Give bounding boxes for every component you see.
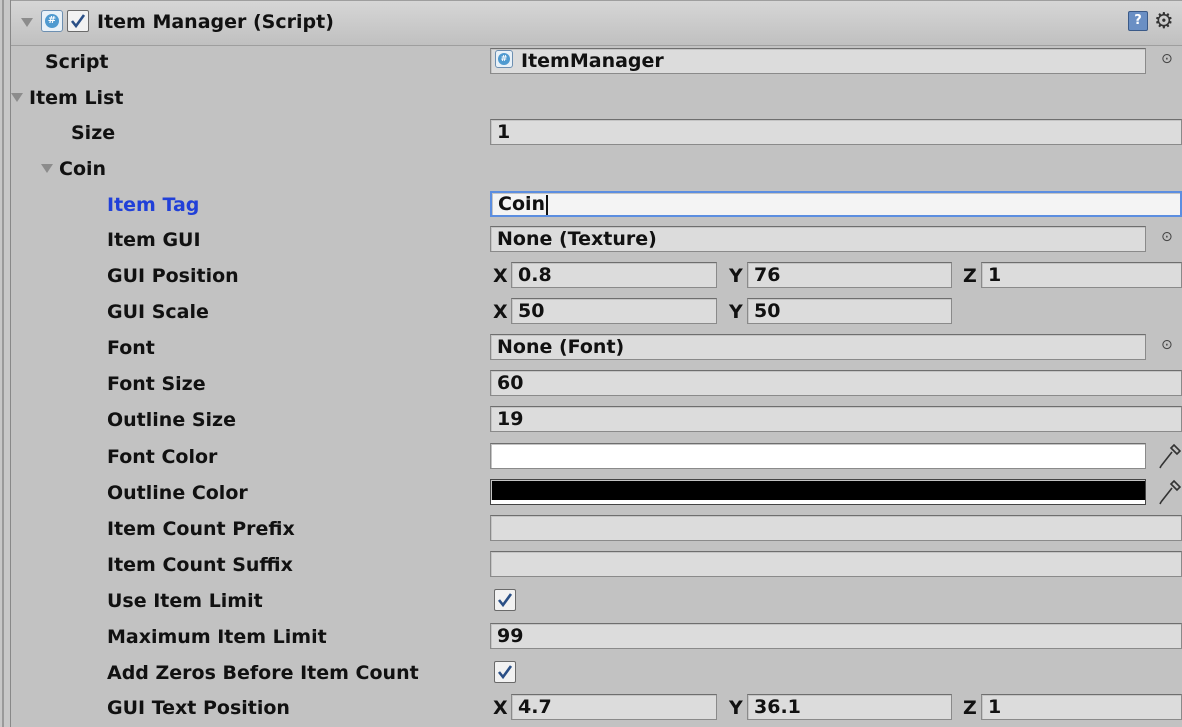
font-row: Font None (Font) ⊙ (11, 330, 1182, 366)
outline-color-label: Outline Color (107, 482, 248, 504)
font-size-label: Font Size (107, 373, 206, 395)
element-coin-row[interactable]: Coin (11, 151, 1182, 187)
gui-scale-label: GUI Scale (107, 301, 209, 323)
z-axis-label[interactable]: Z (963, 697, 977, 719)
item-tag-label: Item Tag (107, 194, 200, 216)
font-size-row: Font Size 60 (11, 366, 1182, 402)
component-title: Item Manager (Script) (97, 11, 334, 33)
item-count-suffix-label: Item Count Suffix (107, 554, 293, 576)
item-list-label: Item List (29, 87, 124, 109)
y-axis-label[interactable]: Y (729, 697, 743, 719)
maximum-item-limit-field[interactable]: 99 (490, 623, 1182, 649)
font-field[interactable]: None (Font) (490, 334, 1146, 360)
size-row: Size 1 (11, 115, 1182, 151)
script-field[interactable]: # ItemManager (490, 48, 1146, 74)
outline-color-row: Outline Color (11, 475, 1182, 511)
outline-color-swatch[interactable] (490, 479, 1146, 505)
item-count-prefix-label: Item Count Prefix (107, 518, 295, 540)
item-count-prefix-row: Item Count Prefix (11, 511, 1182, 547)
item-tag-field[interactable]: Coin (490, 191, 1182, 217)
component-enabled-checkbox[interactable] (67, 10, 89, 32)
foldout-arrow-icon[interactable] (21, 18, 33, 27)
x-axis-label[interactable]: X (493, 301, 508, 323)
gui-position-label: GUI Position (107, 265, 239, 287)
font-color-swatch[interactable] (490, 443, 1146, 469)
script-row: Script # ItemManager ⊙ (11, 44, 1182, 80)
script-label: Script (45, 51, 109, 73)
outline-size-label: Outline Size (107, 409, 236, 431)
script-value: ItemManager (521, 50, 664, 72)
add-zeros-row: Add Zeros Before Item Count (11, 655, 1182, 691)
object-picker-icon[interactable]: ⊙ (1161, 229, 1173, 245)
gui-position-x-field[interactable]: 0.8 (511, 262, 717, 288)
item-count-suffix-field[interactable] (490, 551, 1182, 577)
use-item-limit-label: Use Item Limit (107, 590, 263, 612)
gear-icon[interactable]: ⚙ (1154, 9, 1174, 34)
item-count-prefix-field[interactable] (490, 515, 1182, 541)
eyedropper-icon[interactable] (1157, 478, 1181, 506)
add-zeros-label: Add Zeros Before Item Count (107, 662, 419, 684)
item-count-suffix-row: Item Count Suffix (11, 547, 1182, 583)
checkmark-icon (497, 593, 513, 608)
gui-text-position-z-field[interactable]: 1 (981, 694, 1182, 720)
object-picker-icon[interactable]: ⊙ (1161, 51, 1173, 67)
font-color-label: Font Color (107, 446, 218, 468)
outline-size-field[interactable]: 19 (490, 406, 1182, 432)
gui-text-position-x-field[interactable]: 4.7 (511, 694, 717, 720)
gui-position-z-field[interactable]: 1 (981, 262, 1182, 288)
outline-size-row: Outline Size 19 (11, 402, 1182, 438)
checkmark-icon (497, 665, 513, 680)
maximum-item-limit-label: Maximum Item Limit (107, 626, 327, 648)
y-axis-label[interactable]: Y (729, 301, 743, 323)
csharp-script-icon: # (495, 50, 513, 68)
item-gui-field[interactable]: None (Texture) (490, 226, 1146, 252)
foldout-arrow-icon[interactable] (41, 164, 53, 173)
foldout-arrow-icon[interactable] (11, 93, 23, 102)
gui-scale-row: GUI Scale X 50 Y 50 (11, 294, 1182, 330)
use-item-limit-row: Use Item Limit (11, 583, 1182, 619)
item-tag-row: Item Tag Coin (11, 187, 1182, 223)
item-gui-row: Item GUI None (Texture) ⊙ (11, 222, 1182, 258)
gui-position-y-field[interactable]: 76 (747, 262, 952, 288)
item-tag-value: Coin (498, 193, 546, 215)
text-caret (546, 194, 549, 215)
y-axis-label[interactable]: Y (729, 265, 743, 287)
checkmark-icon (70, 14, 86, 29)
gui-position-row: GUI Position X 0.8 Y 76 Z 1 (11, 258, 1182, 294)
eyedropper-icon[interactable] (1157, 442, 1181, 470)
add-zeros-checkbox[interactable] (494, 661, 516, 683)
inspector-left-border (0, 0, 11, 727)
font-color-row: Font Color (11, 439, 1182, 475)
gui-text-position-label: GUI Text Position (107, 697, 290, 719)
item-gui-label: Item GUI (107, 229, 201, 251)
maximum-item-limit-row: Maximum Item Limit 99 (11, 619, 1182, 655)
element-coin-label: Coin (59, 158, 107, 180)
component-header[interactable]: # Item Manager (Script) ? ⚙ (11, 0, 1182, 46)
gui-scale-x-field[interactable]: 50 (511, 298, 717, 324)
csharp-script-icon: # (41, 10, 63, 32)
x-axis-label[interactable]: X (493, 265, 508, 287)
font-size-field[interactable]: 60 (490, 370, 1182, 396)
gui-scale-y-field[interactable]: 50 (747, 298, 952, 324)
x-axis-label[interactable]: X (493, 697, 508, 719)
gui-text-position-y-field[interactable]: 36.1 (747, 694, 952, 720)
font-label: Font (107, 337, 155, 359)
use-item-limit-checkbox[interactable] (494, 589, 516, 611)
item-list-row[interactable]: Item List (11, 80, 1182, 116)
size-field[interactable]: 1 (490, 119, 1182, 145)
size-label: Size (71, 122, 116, 144)
help-book-icon[interactable]: ? (1128, 11, 1148, 31)
gui-text-position-row: GUI Text Position X 4.7 Y 36.1 Z 1 (11, 690, 1182, 726)
z-axis-label[interactable]: Z (963, 265, 977, 287)
object-picker-icon[interactable]: ⊙ (1161, 337, 1173, 353)
